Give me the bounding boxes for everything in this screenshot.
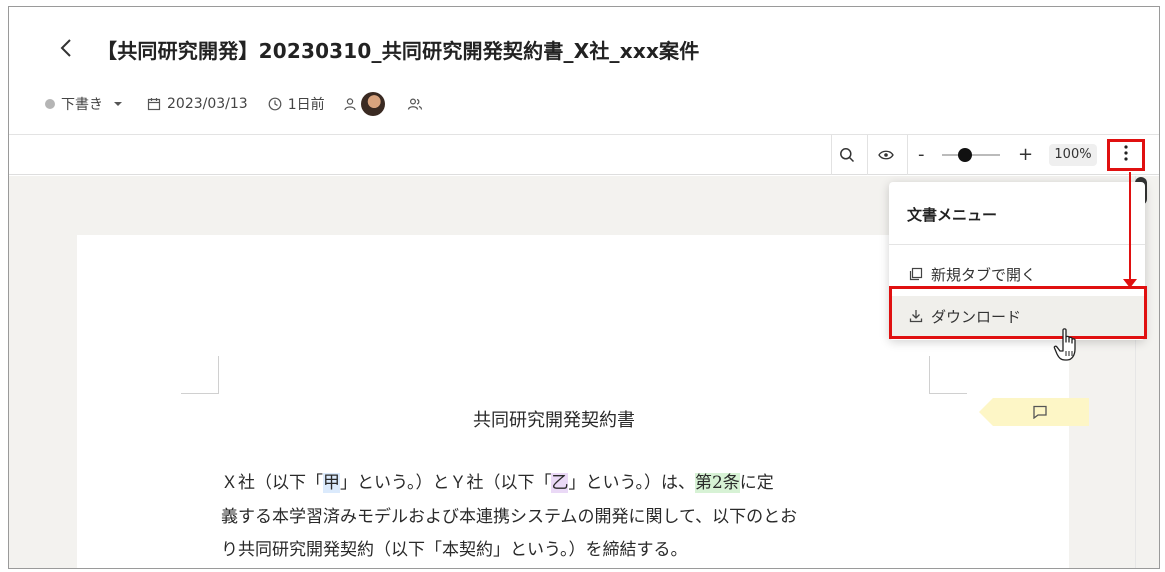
date-item: 2023/03/13 bbox=[147, 96, 248, 112]
person-icon bbox=[343, 97, 357, 111]
viewer-toolbar: - + 100% bbox=[9, 135, 1159, 175]
status-dot-icon bbox=[45, 99, 55, 109]
party-otsu-highlight[interactable]: 乙 bbox=[551, 473, 569, 493]
download-icon bbox=[907, 307, 925, 325]
updated-item: 1日前 bbox=[268, 94, 325, 114]
body-text-segment: 」という。）とＹ社（以下「 bbox=[340, 473, 552, 493]
menu-item-label: 新規タブで開く bbox=[931, 265, 1037, 284]
date-label: 2023/03/13 bbox=[167, 96, 248, 112]
calendar-icon bbox=[147, 97, 161, 111]
article-reference-highlight[interactable]: 第2条 bbox=[694, 473, 740, 493]
toolbar-divider bbox=[907, 135, 908, 175]
body-line-3: り共同研究開発契約（以下「本契約」という。）を締結する。 bbox=[221, 540, 688, 560]
hand-pointer-cursor-icon bbox=[1052, 327, 1084, 363]
vertical-ellipsis-icon bbox=[1124, 145, 1128, 165]
zoom-in-button[interactable]: + bbox=[1018, 143, 1033, 167]
document-header: 【共同研究開発】20230310_共同研究開発契約書_X社_xxx案件 下書き … bbox=[9, 7, 1159, 135]
status-label: 下書き bbox=[61, 97, 103, 113]
toolbar-divider bbox=[831, 135, 832, 175]
back-arrow-icon[interactable] bbox=[54, 35, 78, 61]
margin-corner-mark bbox=[929, 356, 967, 394]
toolbar-divider bbox=[867, 135, 868, 175]
zoom-slider-knob[interactable] bbox=[958, 148, 973, 162]
status-dropdown[interactable]: 下書き bbox=[45, 94, 123, 114]
body-line-1: Ｘ社（以下「甲」という。）とＹ社（以下「乙」という。）は、第2条に定 bbox=[221, 470, 941, 496]
body-line-2: 義する本学習済みモデルおよび本連携システムの開発に関して、以下のとお bbox=[221, 507, 798, 527]
owner-item[interactable] bbox=[343, 92, 385, 116]
eye-icon[interactable] bbox=[874, 143, 898, 167]
body-text-segment: Ｘ社（以下「 bbox=[221, 473, 323, 493]
app-window: 【共同研究開発】20230310_共同研究開発契約書_X社_xxx案件 下書き … bbox=[8, 6, 1160, 569]
comment-icon[interactable] bbox=[1032, 404, 1048, 423]
body-text-segment: 」という。）は、 bbox=[568, 473, 695, 493]
margin-corner-mark bbox=[181, 356, 219, 394]
comment-tag[interactable] bbox=[979, 398, 1089, 426]
document-title: 【共同研究開発】20230310_共同研究開発契約書_X社_xxx案件 bbox=[97, 39, 700, 63]
document-heading: 共同研究開発契約書 bbox=[473, 410, 635, 431]
open-in-new-tab-icon bbox=[907, 265, 925, 283]
open-in-new-tab-item[interactable]: 新規タブで開く bbox=[889, 254, 1145, 294]
chevron-down-icon bbox=[113, 100, 123, 108]
people-icon[interactable] bbox=[407, 97, 423, 111]
menu-divider bbox=[889, 244, 1145, 245]
relative-time-label: 1日前 bbox=[287, 97, 325, 113]
search-icon[interactable] bbox=[835, 143, 859, 167]
menu-title: 文書メニュー bbox=[907, 206, 998, 224]
zoom-level-badge: 100% bbox=[1049, 144, 1097, 166]
document-menu: 文書メニュー 新規タブで開く ダウンロード bbox=[889, 182, 1145, 340]
clock-icon bbox=[268, 97, 282, 111]
more-options-button[interactable] bbox=[1107, 139, 1145, 171]
members-item[interactable] bbox=[407, 97, 423, 111]
callout-arrow-line bbox=[1129, 172, 1131, 284]
avatar[interactable] bbox=[360, 92, 385, 116]
zoom-out-button[interactable]: - bbox=[918, 143, 925, 167]
menu-item-label: ダウンロード bbox=[931, 307, 1022, 326]
download-item[interactable]: ダウンロード bbox=[889, 296, 1145, 336]
document-meta-bar: 下書き 2023/03/13 1日前 bbox=[45, 92, 423, 116]
party-kou-highlight[interactable]: 甲 bbox=[323, 473, 340, 493]
callout-arrow-head-icon bbox=[1123, 279, 1137, 288]
body-text-segment: に定 bbox=[739, 473, 774, 493]
